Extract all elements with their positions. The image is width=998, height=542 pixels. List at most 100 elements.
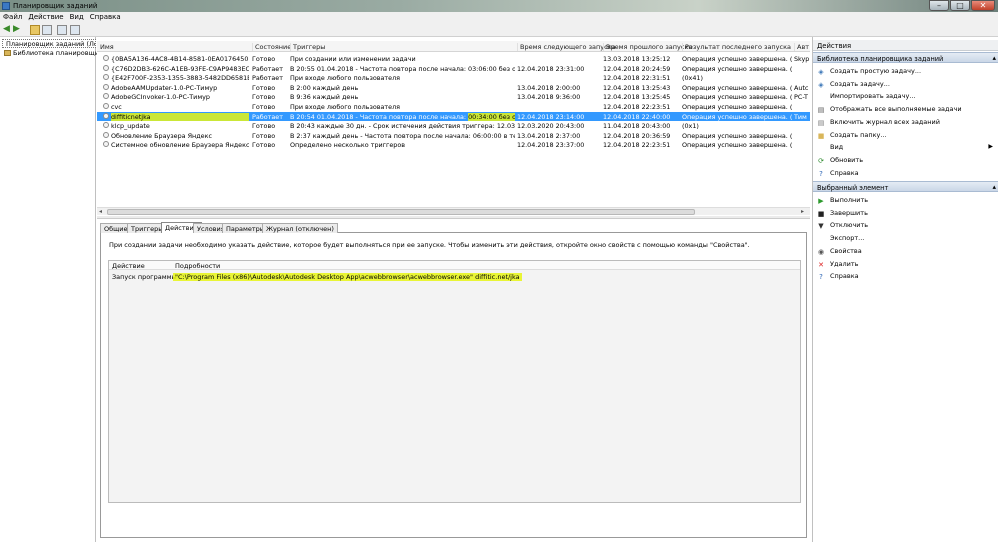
menu-view[interactable]: Вид <box>67 12 87 21</box>
scrollbar-thumb[interactable] <box>107 209 695 215</box>
menu-help[interactable]: Справка <box>87 12 124 21</box>
actions-list-header: Действие Подробности <box>109 261 800 270</box>
task-name: Обновление Браузера Яндекс <box>111 131 212 140</box>
task-last: 11.04.2018 20:43:00 <box>603 122 671 131</box>
task-row[interactable]: klcp_update В 20:43 каждые 30 дн. - Срок … <box>97 121 810 130</box>
task-result: Операция успешно завершена. (0x0) <box>682 131 792 140</box>
col-last-result[interactable]: Результат последнего запуска <box>682 43 791 51</box>
action-type: Запуск программы <box>112 273 177 281</box>
show-hide-tree-icon[interactable] <box>42 25 52 35</box>
selected-action-6[interactable]: ? Справка <box>817 272 995 281</box>
library-action-6[interactable]: Вид ▶ <box>817 143 995 152</box>
selected-section-header[interactable]: Выбранный элемент ▴ <box>813 181 998 192</box>
task-row[interactable]: diffiticnetjka В 20:54 01.04.2018 - Часто… <box>97 111 810 121</box>
col-status[interactable]: Состояние <box>252 43 291 51</box>
selected-action-5[interactable]: ✕ Удалить <box>817 260 995 269</box>
col-author[interactable]: Авт <box>794 43 809 51</box>
action-details: "C:\Program Files (x86)\Autodesk\Autodes… <box>173 273 522 281</box>
menu-bar: Файл Действие Вид Справка <box>0 12 998 23</box>
selected-action-label: Отключить <box>830 221 869 230</box>
minimize-button[interactable]: – <box>929 0 949 11</box>
task-row[interactable]: {C76D2DB3-626C-A1EB-93FE-C9AP9483EC1A} В … <box>97 64 810 73</box>
col-last-run[interactable]: Время прошлого запуска <box>603 43 692 51</box>
task-status: Готово <box>252 141 276 150</box>
library-action-5[interactable]: ■ Создать папку... <box>817 131 995 140</box>
blank-icon <box>817 92 825 99</box>
selected-action-4[interactable]: ◉ Свойства <box>817 247 995 256</box>
horizontal-scrollbar[interactable]: ◂ ▸ <box>97 207 810 215</box>
task-row[interactable]: {0BA5A136-4AC8-4B14-8581-0EA0176450F9} Пр… <box>97 54 810 63</box>
library-action-0[interactable]: ◈ Создать простую задачу... <box>817 67 995 76</box>
tree-root-item[interactable]: Планировщик заданий (Локальный) <box>2 39 96 48</box>
task-name: {E42F700F-2353-1355-3883-5482DD6581B9} <box>111 74 249 83</box>
menu-action[interactable]: Действие <box>25 12 66 21</box>
task-status-icon <box>103 122 109 129</box>
title-bar: Планировщик заданий – □ ✕ <box>0 0 998 12</box>
forward-arrow-icon[interactable]: ▶ <box>13 25 23 35</box>
action-row[interactable]: Запуск программы "C:\Program Files (x86)… <box>109 272 800 281</box>
selected-action-2[interactable]: ▼ Отключить <box>817 221 995 230</box>
menu-file[interactable]: Файл <box>0 12 25 21</box>
library-action-label: Создать простую задачу... <box>830 67 922 75</box>
create-task-icon: ◈ <box>818 80 824 89</box>
folder-up-icon[interactable] <box>30 25 40 35</box>
task-status-icon <box>103 141 109 148</box>
col-name[interactable]: Имя <box>98 43 114 51</box>
selected-action-label: Справка <box>830 272 859 281</box>
col-next-run[interactable]: Время следующего запуска <box>517 43 616 51</box>
help-icon: ? <box>819 273 823 282</box>
task-result: (0x41) <box>682 74 703 83</box>
library-action-7[interactable]: ⟳ Обновить <box>817 156 995 165</box>
task-next: 12.04.2018 23:37:00 <box>517 141 585 150</box>
actions-list: Действие Подробности Запуск программы "C… <box>108 260 801 503</box>
selected-action-3[interactable]: Экспорт... <box>817 234 995 243</box>
task-status: Готово <box>252 83 276 92</box>
close-button[interactable]: ✕ <box>971 0 995 11</box>
task-last: 12.04.2018 22:31:51 <box>603 74 671 83</box>
library-action-8[interactable]: ? Справка <box>817 169 995 178</box>
task-row[interactable]: cvc При входе любого пользователя Готово 12… <box>97 102 810 111</box>
maximize-button[interactable]: □ <box>950 0 970 11</box>
task-status: Готово <box>252 93 276 102</box>
col-action[interactable]: Действие <box>112 262 145 270</box>
task-name: diffiticnetjka <box>111 112 249 121</box>
task-row[interactable]: {E42F700F-2353-1355-3883-5482DD6581B9} Пр… <box>97 73 810 82</box>
col-details[interactable]: Подробности <box>175 262 220 270</box>
window-title: Планировщик заданий <box>13 2 98 10</box>
task-status-icon <box>103 131 109 138</box>
library-action-4[interactable]: ▤ Включить журнал всех заданий <box>817 118 995 127</box>
library-action-label: Создать папку... <box>830 130 887 139</box>
library-action-2[interactable]: Импортировать задачу... <box>817 92 995 101</box>
selected-action-1[interactable]: ■ Завершить <box>817 209 995 218</box>
library-action-3[interactable]: ▤ Отображать все выполняемые задачи <box>817 105 995 114</box>
action-pane-toggle-icon[interactable] <box>70 25 80 35</box>
task-row[interactable]: Системное обновление Браузера Яндекс Опре… <box>97 140 810 149</box>
task-status: Готово <box>252 122 276 131</box>
task-author: Skyp <box>794 55 810 63</box>
actions-pane: Действия Библиотека планировщика заданий… <box>812 37 998 542</box>
refresh-icon: ⟳ <box>818 156 824 165</box>
tree-library-item[interactable]: Библиотека планировщика <box>4 49 107 57</box>
scroll-left-icon[interactable]: ◂ <box>99 208 102 215</box>
task-status-icon <box>103 55 109 61</box>
task-last: 13.03.2018 13:25:12 <box>603 55 671 63</box>
library-action-label: Отображать все выполняемые задачи <box>830 105 962 114</box>
help-toolbar-icon[interactable] <box>57 25 67 35</box>
pane-splitter[interactable] <box>97 216 810 219</box>
back-arrow-icon[interactable]: ◀ <box>3 25 13 35</box>
task-row[interactable]: AdobeAAMUpdater-1.0-PC-Тимур В 2:00 кажды… <box>97 83 810 92</box>
selected-action-0[interactable]: ▶ Выполнить <box>817 196 995 205</box>
task-row[interactable]: Обновление Браузера Яндекс В 2:37 каждый … <box>97 131 810 140</box>
collapse-icon[interactable]: ▴ <box>992 183 996 191</box>
col-triggers[interactable]: Триггеры <box>290 43 325 51</box>
actions-pane-header: Действия <box>813 40 998 51</box>
library-action-1[interactable]: ◈ Создать задачу... <box>817 80 995 89</box>
scroll-right-icon[interactable]: ▸ <box>801 208 804 215</box>
tab-history[interactable]: Журнал (отключен) <box>262 223 338 233</box>
task-result: Операция успешно завершена. (0x0) <box>682 112 792 121</box>
library-section-header[interactable]: Библиотека планировщика заданий ▴ <box>813 52 998 63</box>
task-last: 12.04.2018 22:23:51 <box>603 103 671 111</box>
task-row[interactable]: AdobeGCInvoker-1.0-PC-Тимур В 9:36 каждый… <box>97 92 810 101</box>
actions-description: При создании задачи необходимо указать д… <box>109 241 750 249</box>
collapse-icon[interactable]: ▴ <box>992 54 996 62</box>
